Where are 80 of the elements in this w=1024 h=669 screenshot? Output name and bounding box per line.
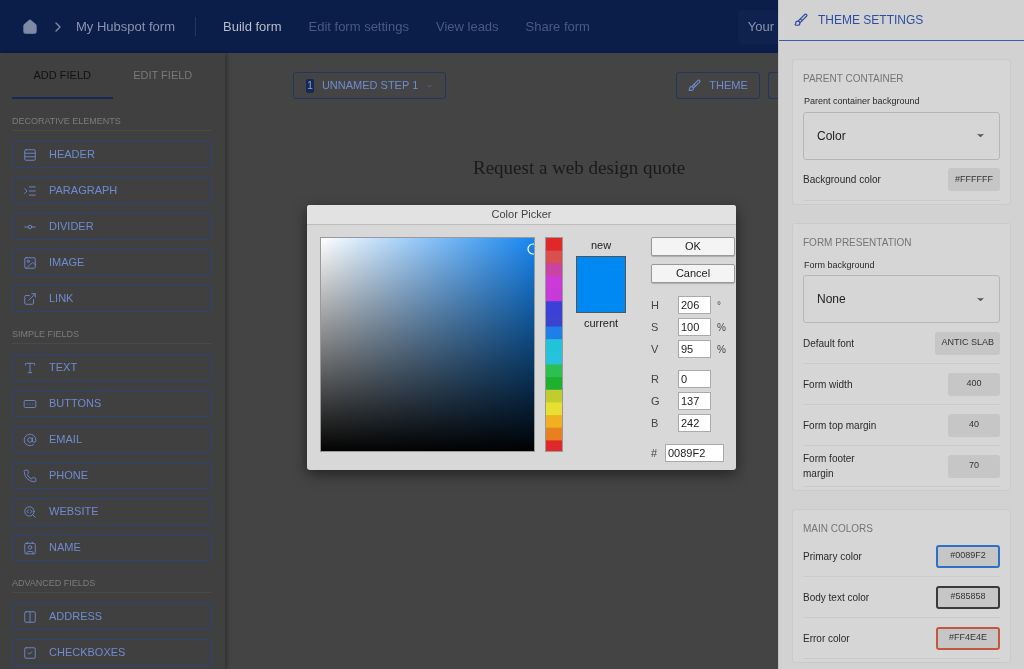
field-button[interactable]: CHECKBOXES — [12, 639, 212, 666]
channel-field[interactable]: 0 — [678, 370, 711, 388]
field-button[interactable]: TEXT — [12, 354, 212, 381]
columns-icon — [23, 609, 37, 624]
setting-label: Primary color — [803, 549, 863, 564]
value-chip[interactable]: 70 — [948, 454, 1000, 478]
step-dropdown[interactable]: 1 UNNAMED STEP 1 — [293, 72, 446, 99]
image-icon — [23, 255, 37, 270]
section-heading: DECORATIVE ELEMENTS — [12, 116, 121, 126]
current-label: current — [583, 315, 619, 331]
dialog-button[interactable]: OK — [651, 237, 735, 256]
web-search-icon — [23, 504, 37, 519]
contact-card-icon — [23, 540, 37, 555]
hex-label: # — [651, 445, 659, 461]
select-field[interactable]: None — [803, 275, 1000, 323]
value-chip[interactable]: 40 — [948, 413, 1000, 437]
channel-field[interactable]: 95 — [678, 340, 711, 358]
dialog-button[interactable]: Cancel — [651, 264, 735, 283]
card-heading: MAIN COLORS — [803, 522, 874, 536]
select-field[interactable]: Color — [803, 111, 1000, 160]
indent-list-icon — [23, 183, 37, 198]
field-button[interactable]: BUTTONS — [12, 390, 212, 417]
channel-field[interactable]: 206 — [678, 296, 711, 314]
channel-label: G — [651, 393, 661, 409]
setting-label: Form footer margin — [803, 452, 856, 481]
field-button[interactable]: IMAGE — [12, 249, 212, 276]
field-button[interactable]: DIVIDER — [12, 213, 212, 240]
phone-icon — [23, 468, 37, 483]
card-heading: PARENT CONTAINER — [803, 72, 905, 86]
field-button[interactable]: PHONE — [12, 462, 212, 489]
channel-label: B — [651, 415, 660, 431]
new-label: new — [590, 238, 612, 253]
field-button[interactable]: ADDRESS — [12, 603, 212, 630]
text-icon — [23, 360, 37, 375]
checkbox-icon — [23, 645, 37, 660]
external-link-icon — [23, 291, 37, 306]
brush-icon — [794, 13, 808, 27]
channel-field[interactable]: 242 — [678, 414, 711, 432]
dialog-title: Color Picker — [491, 207, 552, 223]
setting-label: Form top margin — [803, 418, 878, 433]
color-chip[interactable]: #585858 — [936, 585, 1000, 609]
setting-label: Form width — [803, 377, 854, 392]
setting-label: Default font — [803, 336, 856, 351]
card-heading: FORM PRESENTATION — [803, 235, 913, 250]
channel-label: R — [651, 371, 660, 387]
setting-label: Background color — [803, 173, 882, 187]
value-chip[interactable]: ANTIC SLAB — [935, 331, 1000, 355]
field-button[interactable]: NAME — [12, 534, 212, 561]
value-chip[interactable]: 400 — [948, 372, 1000, 396]
breadcrumb-link[interactable]: My Hubspot form — [76, 16, 196, 37]
field-button[interactable]: EMAIL — [12, 426, 212, 453]
nav-tab[interactable]: Build form — [223, 16, 282, 37]
channel-label: H — [651, 297, 660, 313]
field-button[interactable]: LINK — [12, 285, 212, 312]
color-spectrum[interactable] — [320, 237, 535, 452]
channel-label: S — [651, 319, 660, 335]
channel-field[interactable]: 137 — [678, 392, 711, 410]
at-sign-icon — [23, 432, 37, 447]
panel-title: THEME SETTINGS — [818, 12, 924, 29]
field-button[interactable]: WEBSITE — [12, 498, 212, 525]
unit-label: % — [717, 320, 726, 335]
setting-label: Error color — [803, 631, 851, 646]
unit-label: % — [717, 342, 726, 357]
field-button[interactable]: PARAGRAPH — [12, 177, 212, 204]
value-chip[interactable]: #FFFFFF — [948, 168, 1000, 191]
channel-label: V — [651, 341, 660, 357]
field-label: Parent container background — [804, 95, 921, 108]
channel-field[interactable]: 100 — [678, 318, 711, 336]
rows-icon — [23, 147, 37, 162]
brush-icon — [688, 79, 702, 92]
step-number-badge: 1 — [306, 78, 314, 93]
color-chip[interactable]: #0089F2 — [936, 544, 1000, 568]
field-label: Form background — [804, 258, 876, 272]
home-icon[interactable] — [22, 18, 38, 35]
field-button[interactable]: HEADER — [12, 141, 212, 168]
color-chip[interactable]: #FF4E4E — [936, 626, 1000, 650]
hex-field[interactable]: 0089F2 — [665, 444, 724, 462]
setting-label: Body text color — [803, 590, 871, 605]
unit-label: ° — [717, 298, 721, 313]
account-button[interactable]: Your — [737, 9, 778, 44]
